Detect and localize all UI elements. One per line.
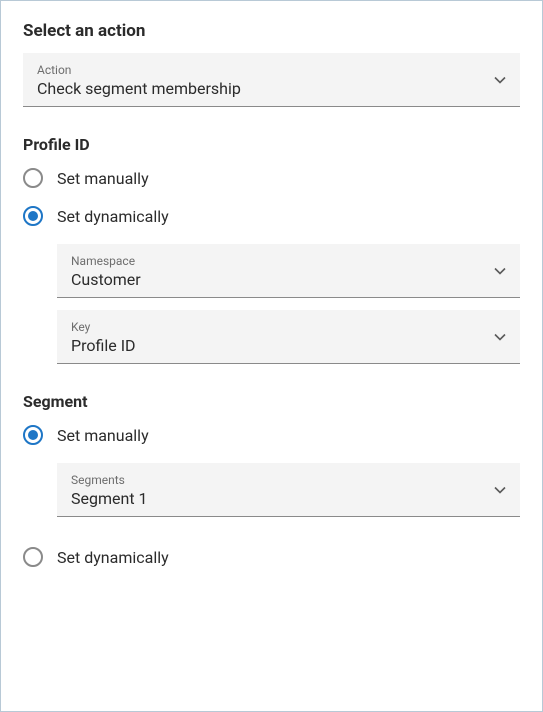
segment-radio-manual[interactable]: Set manually bbox=[23, 425, 520, 445]
chevron-down-icon bbox=[494, 486, 506, 494]
radio-label: Set manually bbox=[57, 169, 149, 188]
segments-select-label: Segments bbox=[71, 473, 506, 487]
chevron-down-icon bbox=[494, 267, 506, 275]
namespace-select-label: Namespace bbox=[71, 254, 506, 268]
action-select-value: Check segment membership bbox=[37, 79, 506, 98]
namespace-select[interactable]: Namespace Customer bbox=[57, 244, 520, 298]
radio-icon bbox=[23, 547, 43, 567]
chevron-down-icon bbox=[494, 333, 506, 341]
key-select-value: Profile ID bbox=[71, 336, 506, 355]
section-title-segment: Segment bbox=[23, 392, 520, 411]
radio-label: Set dynamically bbox=[57, 207, 169, 226]
chevron-down-icon bbox=[494, 76, 506, 84]
segments-select-value: Segment 1 bbox=[71, 489, 506, 508]
radio-icon bbox=[23, 425, 43, 445]
radio-label: Set manually bbox=[57, 426, 149, 445]
key-select-label: Key bbox=[71, 320, 506, 334]
action-select[interactable]: Action Check segment membership bbox=[23, 53, 520, 107]
profile-radio-manual[interactable]: Set manually bbox=[23, 168, 520, 188]
radio-icon bbox=[23, 168, 43, 188]
radio-icon bbox=[23, 206, 43, 226]
profile-radio-dynamic[interactable]: Set dynamically bbox=[23, 206, 520, 226]
segments-select[interactable]: Segments Segment 1 bbox=[57, 463, 520, 517]
key-select[interactable]: Key Profile ID bbox=[57, 310, 520, 364]
namespace-select-value: Customer bbox=[71, 270, 506, 289]
segment-radio-dynamic[interactable]: Set dynamically bbox=[23, 547, 520, 567]
section-title-profile: Profile ID bbox=[23, 135, 520, 154]
section-title-action: Select an action bbox=[23, 21, 520, 41]
action-select-label: Action bbox=[37, 63, 506, 77]
radio-label: Set dynamically bbox=[57, 548, 169, 567]
